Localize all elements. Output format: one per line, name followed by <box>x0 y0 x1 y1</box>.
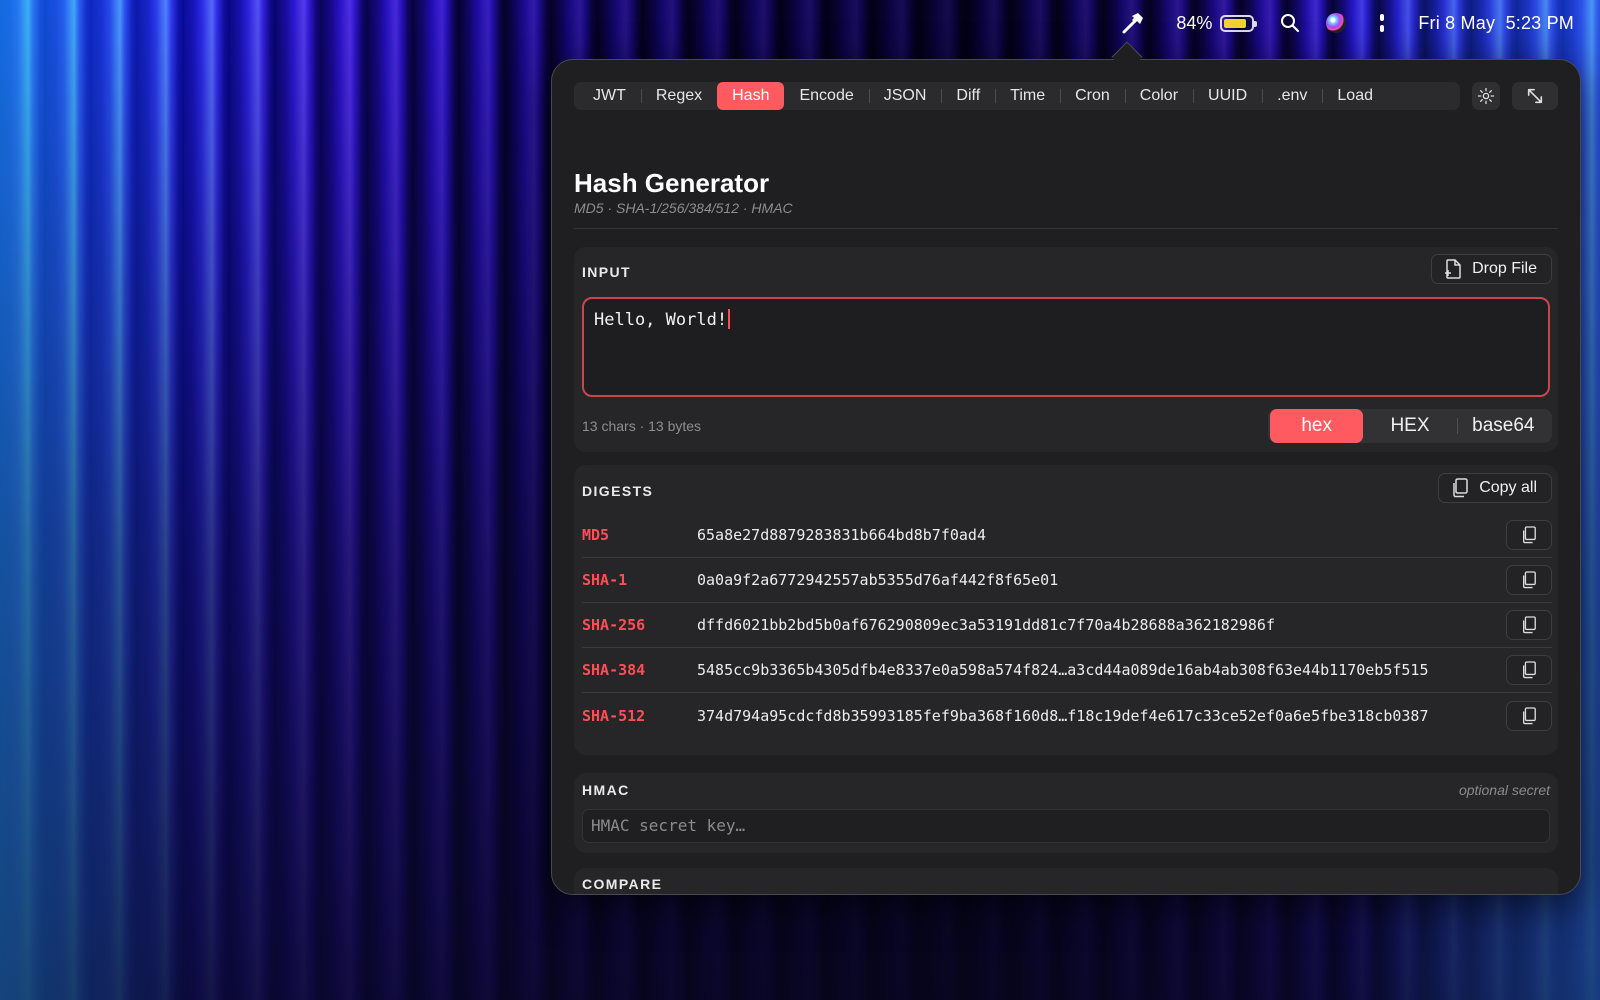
tab-cron[interactable]: Cron <box>1060 82 1125 110</box>
output-format-selector: hex HEX base64 <box>1268 409 1552 443</box>
tab-env[interactable]: .env <box>1262 82 1322 110</box>
digests-section: DIGESTS Copy all MD5 65a8e27d8879283831b6… <box>574 465 1558 755</box>
tab-jwt[interactable]: JWT <box>578 82 641 110</box>
tab-diff[interactable]: Diff <box>941 82 995 110</box>
digest-value[interactable]: 65a8e27d8879283831b664bd8b7f0ad4 <box>697 526 1506 544</box>
hmac-hint: optional secret <box>1458 782 1550 798</box>
digest-row-sha-1: SHA-1 0a0a9f2a6772942557ab5355d76af442f8f… <box>582 558 1552 603</box>
digest-value[interactable]: 374d794a95cdcfd8b35993185fef9ba368f160d8… <box>697 707 1506 725</box>
page-subtitle: MD5 · SHA-1/256/384/512 · HMAC <box>574 200 793 216</box>
header-divider <box>574 228 1558 229</box>
clipboard-icon <box>1521 660 1537 680</box>
format-option-hex-upper[interactable]: HEX <box>1363 409 1456 443</box>
copy-all-button[interactable]: Copy all <box>1438 473 1552 503</box>
digest-row-sha-256: SHA-256 dffd6021bb2bd5b0af676290809ec3a53… <box>582 603 1552 648</box>
hmac-section: HMAC optional secret HMAC secret key… <box>574 773 1558 853</box>
tool-tab-bar: JWT Regex Hash Encode JSON Diff Time Cron Color U… <box>574 82 1461 110</box>
compare-section: COMPARE <box>574 868 1558 894</box>
digest-algorithm: SHA-384 <box>582 661 646 679</box>
siri-icon[interactable] <box>1326 13 1347 33</box>
copy-digest-button[interactable] <box>1506 565 1552 595</box>
tab-time[interactable]: Time <box>995 82 1060 110</box>
digest-row-sha-512: SHA-512 374d794a95cdcfd8b35993185fef9ba36… <box>582 693 1552 738</box>
copy-digest-button[interactable] <box>1506 520 1552 550</box>
hash-tool-popover: JWT Regex Hash Encode JSON Diff Time Cron Color U… <box>551 59 1581 895</box>
input-section: INPUT Drop File Hello, World! 13 chars ·… <box>574 247 1558 452</box>
hash-input-textarea[interactable]: Hello, World! <box>582 297 1550 397</box>
clipboard-icon <box>1521 570 1537 590</box>
digest-row-md5: MD5 65a8e27d8879283831b664bd8b7f0ad4 <box>582 513 1552 558</box>
tab-load[interactable]: Load <box>1322 82 1388 110</box>
clipboard-icon <box>1521 706 1537 726</box>
compare-label: COMPARE <box>582 876 663 892</box>
gear-icon <box>1477 87 1495 105</box>
drop-file-label: Drop File <box>1472 260 1537 277</box>
clipboard-icon <box>1521 525 1537 545</box>
copy-digest-button[interactable] <box>1506 700 1552 731</box>
expand-window-button[interactable] <box>1512 82 1558 110</box>
text-caret <box>728 309 731 329</box>
input-text: Hello, World! <box>594 310 728 330</box>
menu-bar: 84% Fri 8 May 5:23 PM <box>0 0 1600 46</box>
input-label: INPUT <box>582 264 631 280</box>
clipboard-icon <box>1453 478 1468 498</box>
copy-digest-button[interactable] <box>1506 610 1552 640</box>
copy-digest-button[interactable] <box>1506 655 1552 685</box>
digest-value[interactable]: dffd6021bb2bd5b0af676290809ec3a53191dd81… <box>697 616 1506 634</box>
battery-percent: 84% <box>1176 12 1213 33</box>
expand-arrows-icon <box>1527 88 1543 104</box>
clock-date: Fri 8 May <box>1418 12 1496 33</box>
file-icon <box>1445 259 1461 279</box>
input-char-count: 13 chars · 13 bytes <box>582 418 702 434</box>
battery-status[interactable]: 84% <box>1176 12 1258 34</box>
battery-icon <box>1220 14 1258 32</box>
copy-all-label: Copy all <box>1479 479 1537 496</box>
toolbar: JWT Regex Hash Encode JSON Diff Time Cron Color U… <box>574 82 1558 110</box>
page-title: Hash Generator <box>574 168 770 198</box>
digest-value[interactable]: 5485cc9b3365b4305dfb4e8337e0a598a574f824… <box>697 661 1506 679</box>
format-option-base64[interactable]: base64 <box>1456 409 1550 443</box>
control-center-icon[interactable] <box>1372 14 1392 32</box>
menu-bar-clock[interactable]: Fri 8 May 5:23 PM <box>1418 13 1574 34</box>
hammer-icon[interactable] <box>1120 10 1146 36</box>
spotlight-search-icon[interactable] <box>1280 13 1300 33</box>
clipboard-icon <box>1521 615 1537 635</box>
tab-uuid[interactable]: UUID <box>1193 82 1262 110</box>
tab-hash[interactable]: Hash <box>717 82 785 110</box>
hmac-placeholder: HMAC secret key… <box>591 816 746 835</box>
digest-row-sha-384: SHA-384 5485cc9b3365b4305dfb4e8337e0a598a… <box>582 648 1552 693</box>
hmac-secret-input[interactable]: HMAC secret key… <box>582 809 1550 843</box>
settings-button[interactable] <box>1472 82 1501 110</box>
digest-algorithm: MD5 <box>582 526 610 544</box>
digest-algorithm: SHA-1 <box>582 571 628 589</box>
digests-label: DIGESTS <box>582 483 654 499</box>
tab-encode[interactable]: Encode <box>784 82 868 110</box>
tab-color[interactable]: Color <box>1124 82 1193 110</box>
format-option-hex[interactable]: hex <box>1270 409 1364 443</box>
digest-algorithm: SHA-256 <box>582 616 646 634</box>
hmac-label: HMAC <box>582 782 630 798</box>
tab-regex[interactable]: Regex <box>640 82 717 110</box>
tab-json[interactable]: JSON <box>868 82 942 110</box>
digest-algorithm: SHA-512 <box>582 706 646 725</box>
clock-time: 5:23 PM <box>1505 12 1574 33</box>
digest-value[interactable]: 0a0a9f2a6772942557ab5355d76af442f8f65e01 <box>697 571 1506 589</box>
drop-file-button[interactable]: Drop File <box>1431 254 1552 284</box>
